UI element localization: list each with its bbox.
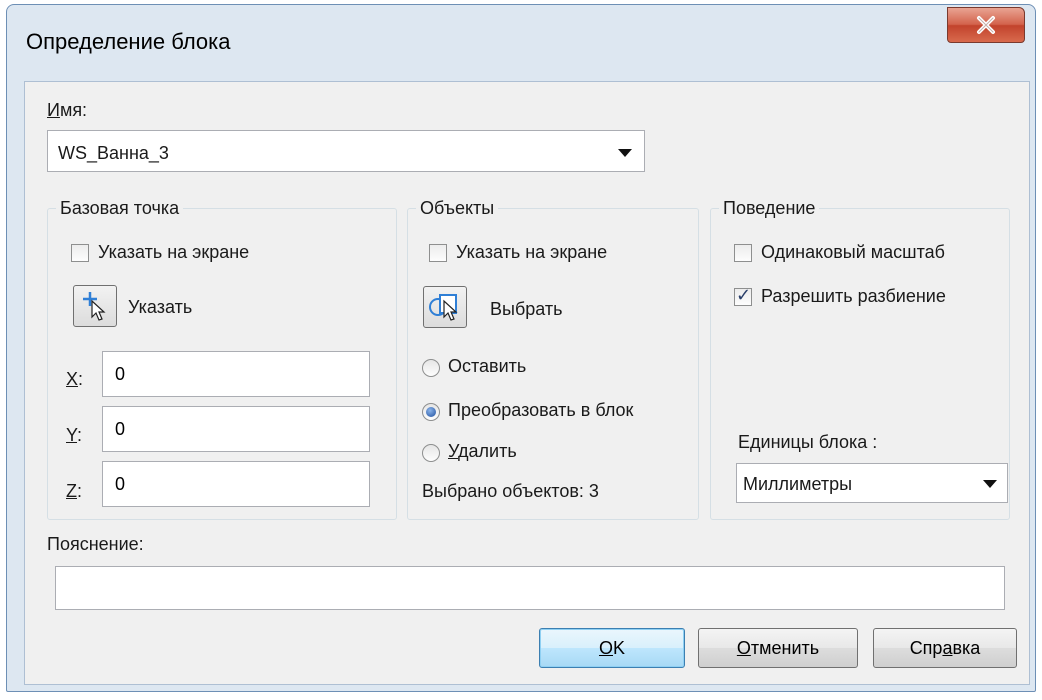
- y-label: Y:: [66, 425, 83, 445]
- checkmark-icon: ✓: [736, 285, 752, 305]
- pick-point-button[interactable]: [73, 285, 117, 327]
- block-units-select[interactable]: Миллиметры: [736, 463, 1008, 503]
- select-objects-icon: [429, 294, 458, 321]
- close-button[interactable]: [947, 7, 1025, 43]
- dialog-client-area: Имя: WS_Ванна_3 Базовая точка Указать на…: [24, 81, 1030, 685]
- delete-radio[interactable]: [422, 444, 440, 462]
- chevron-down-icon: [618, 149, 632, 157]
- convert-to-block-radio[interactable]: [422, 403, 440, 421]
- name-combobox[interactable]: WS_Ванна_3: [47, 130, 645, 172]
- behavior-group: Поведение Одинаковый масштаб ✓ Разрешить…: [710, 198, 1010, 520]
- z-label: Z:: [66, 481, 83, 501]
- close-icon: [977, 16, 995, 34]
- base-point-specify-label[interactable]: Указать на экране: [98, 242, 249, 263]
- name-label: Имя:: [47, 100, 88, 120]
- description-input[interactable]: [55, 566, 1005, 610]
- x-label: X:: [66, 369, 84, 389]
- chevron-down-icon: [983, 480, 997, 488]
- block-units-value: Миллиметры: [743, 474, 853, 494]
- select-objects-button[interactable]: [423, 286, 467, 328]
- convert-to-block-label[interactable]: Преобразовать в блок: [448, 400, 633, 421]
- base-point-specify-checkbox[interactable]: [71, 244, 89, 262]
- retain-label[interactable]: Оставить: [448, 356, 526, 377]
- z-input[interactable]: [102, 461, 370, 507]
- title-bar[interactable]: Определение блока: [7, 5, 1035, 85]
- behavior-title: Поведение: [719, 198, 820, 218]
- dialog-title: Определение блока: [26, 29, 231, 54]
- allow-explode-label[interactable]: Разрешить разбиение: [761, 286, 946, 307]
- dialog-window: Определение блока Имя: WS_Ванна_3 Базова…: [6, 4, 1036, 692]
- uniform-scale-label[interactable]: Одинаковый масштаб: [761, 242, 945, 263]
- pick-point-label: Указать: [128, 297, 193, 317]
- allow-explode-checkbox[interactable]: ✓: [734, 285, 752, 306]
- uniform-scale-checkbox[interactable]: [734, 244, 752, 262]
- select-objects-label: Выбрать: [490, 299, 563, 319]
- retain-radio[interactable]: [422, 359, 440, 377]
- base-point-title: Базовая точка: [56, 198, 184, 218]
- pick-point-icon: [83, 292, 106, 321]
- x-input[interactable]: [102, 351, 370, 397]
- cancel-button[interactable]: Отменить: [698, 628, 858, 668]
- help-button[interactable]: Спр а вка: [873, 628, 1017, 668]
- description-label: Пояснение:: [47, 534, 144, 554]
- objects-group: Объекты Указать на экране Выбрать Остави…: [407, 198, 699, 520]
- objects-title: Объекты: [416, 198, 499, 218]
- base-point-group: Базовая точка Указать на экране Указать …: [47, 198, 397, 520]
- name-value: WS_Ванна_3: [58, 143, 169, 163]
- selected-objects-count: Выбрано объектов: 3: [422, 481, 599, 501]
- objects-specify-label[interactable]: Указать на экране: [456, 242, 607, 263]
- objects-specify-checkbox[interactable]: [429, 244, 447, 262]
- radio-selected-dot: [426, 407, 436, 417]
- y-input[interactable]: [102, 406, 370, 452]
- block-units-label: Единицы блока :: [738, 432, 878, 452]
- delete-label[interactable]: Удалить: [448, 441, 517, 462]
- ok-button[interactable]: OK: [539, 628, 685, 668]
